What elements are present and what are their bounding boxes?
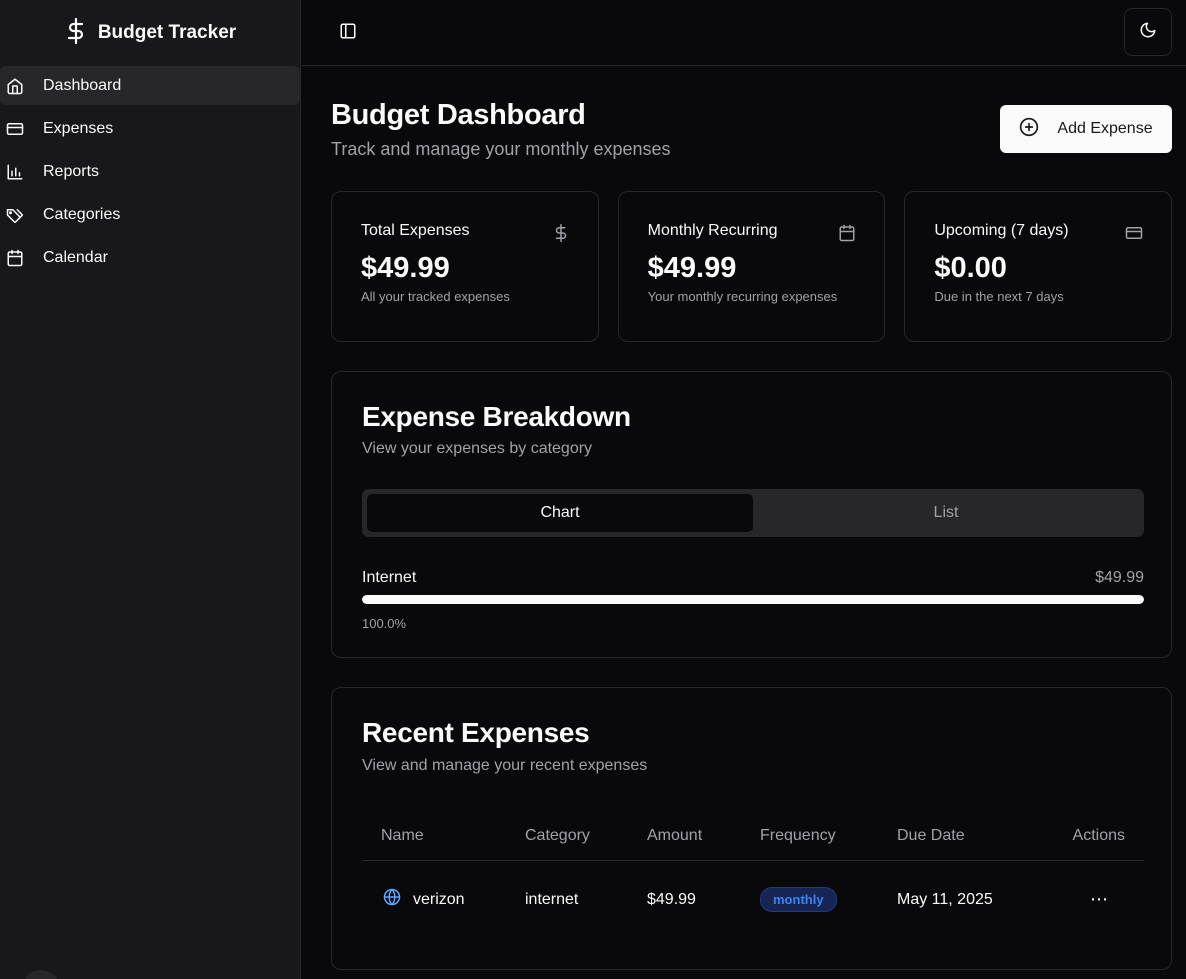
recent-expenses-card: Recent Expenses View and manage your rec… (331, 687, 1172, 970)
recent-subtitle: View and manage your recent expenses (362, 757, 648, 774)
expense-due-date: May 11, 2025 (897, 890, 993, 908)
avatar[interactable] (22, 970, 60, 979)
expense-name: verizon (413, 890, 465, 908)
table-header-row: Name Category Amount Frequency Due Date … (362, 813, 1144, 861)
dollar-logo-icon (64, 17, 88, 50)
column-header-amount[interactable]: Amount (647, 813, 760, 861)
expense-breakdown-card: Expense Breakdown View your expenses by … (331, 371, 1172, 658)
more-actions-button[interactable]: ⋯ (1090, 889, 1114, 909)
tab-list[interactable]: List (753, 494, 1139, 532)
breakdown-subtitle: View your expenses by category (362, 440, 593, 457)
expenses-table: Name Category Amount Frequency Due Date … (362, 813, 1144, 939)
brand[interactable]: Budget Tracker (0, 0, 300, 66)
stat-card-total: Total Expenses $49.99 All your tracked e… (331, 191, 599, 342)
sidebar-item-reports[interactable]: Reports (0, 152, 300, 191)
column-header-name[interactable]: Name (362, 813, 525, 861)
column-header-actions: Actions (1062, 813, 1144, 861)
breakdown-tabs: Chart List (362, 489, 1144, 537)
recent-title: Recent Expenses (362, 717, 590, 748)
sidebar-nav: Dashboard Expenses Reports Categories Ca… (0, 66, 300, 277)
topbar (302, 0, 1186, 66)
sidebar-item-expenses[interactable]: Expenses (0, 109, 300, 148)
category-bar-row: Internet $49.99 100.0% (362, 569, 1144, 631)
category-name: Internet (362, 569, 417, 586)
add-expense-button[interactable]: Add Expense (1000, 105, 1172, 153)
frequency-badge: monthly (760, 887, 837, 912)
plus-circle-icon (1019, 117, 1039, 142)
dollar-icon (552, 224, 570, 242)
column-header-category[interactable]: Category (525, 813, 647, 861)
stat-value: $49.99 (647, 252, 737, 284)
credit-card-icon (1125, 224, 1143, 242)
credit-card-icon (5, 119, 25, 139)
calendar-icon (838, 224, 856, 242)
stat-title: Monthly Recurring (647, 222, 778, 239)
category-progress-fill (362, 595, 1144, 604)
sidebar-item-label: Dashboard (43, 76, 122, 94)
bar-chart-icon (5, 162, 25, 182)
stat-value: $0.00 (934, 252, 1007, 284)
expense-category: internet (525, 890, 579, 908)
brand-name: Budget Tracker (97, 22, 237, 43)
sidebar-item-categories[interactable]: Categories (0, 195, 300, 234)
sidebar: Budget Tracker Dashboard Expenses Report… (0, 0, 301, 979)
sidebar-item-label: Expenses (43, 119, 114, 137)
moon-icon (1139, 21, 1157, 44)
stat-value: $49.99 (361, 252, 450, 284)
stat-description: Due in the next 7 days (934, 289, 1064, 304)
page-subtitle: Track and manage your monthly expenses (331, 139, 671, 159)
stat-description: All your tracked expenses (361, 289, 510, 304)
add-expense-label: Add Expense (1057, 120, 1153, 137)
sidebar-item-label: Categories (43, 205, 121, 223)
page-title: Budget Dashboard (331, 99, 586, 131)
sidebar-item-dashboard[interactable]: Dashboard (0, 66, 300, 105)
column-header-frequency[interactable]: Frequency (760, 813, 897, 861)
stat-title: Upcoming (7 days) (934, 222, 1069, 239)
stat-description: Your monthly recurring expenses (647, 289, 838, 304)
category-progress-track (362, 595, 1144, 604)
globe-icon (383, 888, 401, 911)
sidebar-item-label: Calendar (43, 248, 108, 266)
stats-row: Total Expenses $49.99 All your tracked e… (331, 191, 1173, 342)
sidebar-item-label: Reports (43, 162, 100, 180)
category-amount: $49.99 (1095, 569, 1144, 586)
tags-icon (5, 205, 25, 225)
sidebar-item-calendar[interactable]: Calendar (0, 238, 300, 277)
breakdown-title: Expense Breakdown (362, 401, 631, 432)
theme-toggle-button[interactable] (1124, 8, 1172, 56)
category-percent: 100.0% (362, 616, 407, 631)
column-header-due-date[interactable]: Due Date (897, 813, 1062, 861)
home-icon (5, 76, 25, 96)
table-row[interactable]: verizon internet $49.99 monthly May 11, … (362, 860, 1144, 939)
stat-card-upcoming: Upcoming (7 days) $0.00 Due in the next … (904, 191, 1173, 342)
stat-card-monthly: Monthly Recurring $49.99 Your monthly re… (617, 191, 886, 342)
sidebar-toggle-button[interactable] (336, 21, 360, 45)
calendar-icon (5, 248, 25, 268)
panel-left-icon (339, 22, 357, 45)
expense-amount: $49.99 (647, 890, 696, 908)
stat-title: Total Expenses (361, 222, 470, 239)
tab-chart[interactable]: Chart (367, 494, 753, 532)
